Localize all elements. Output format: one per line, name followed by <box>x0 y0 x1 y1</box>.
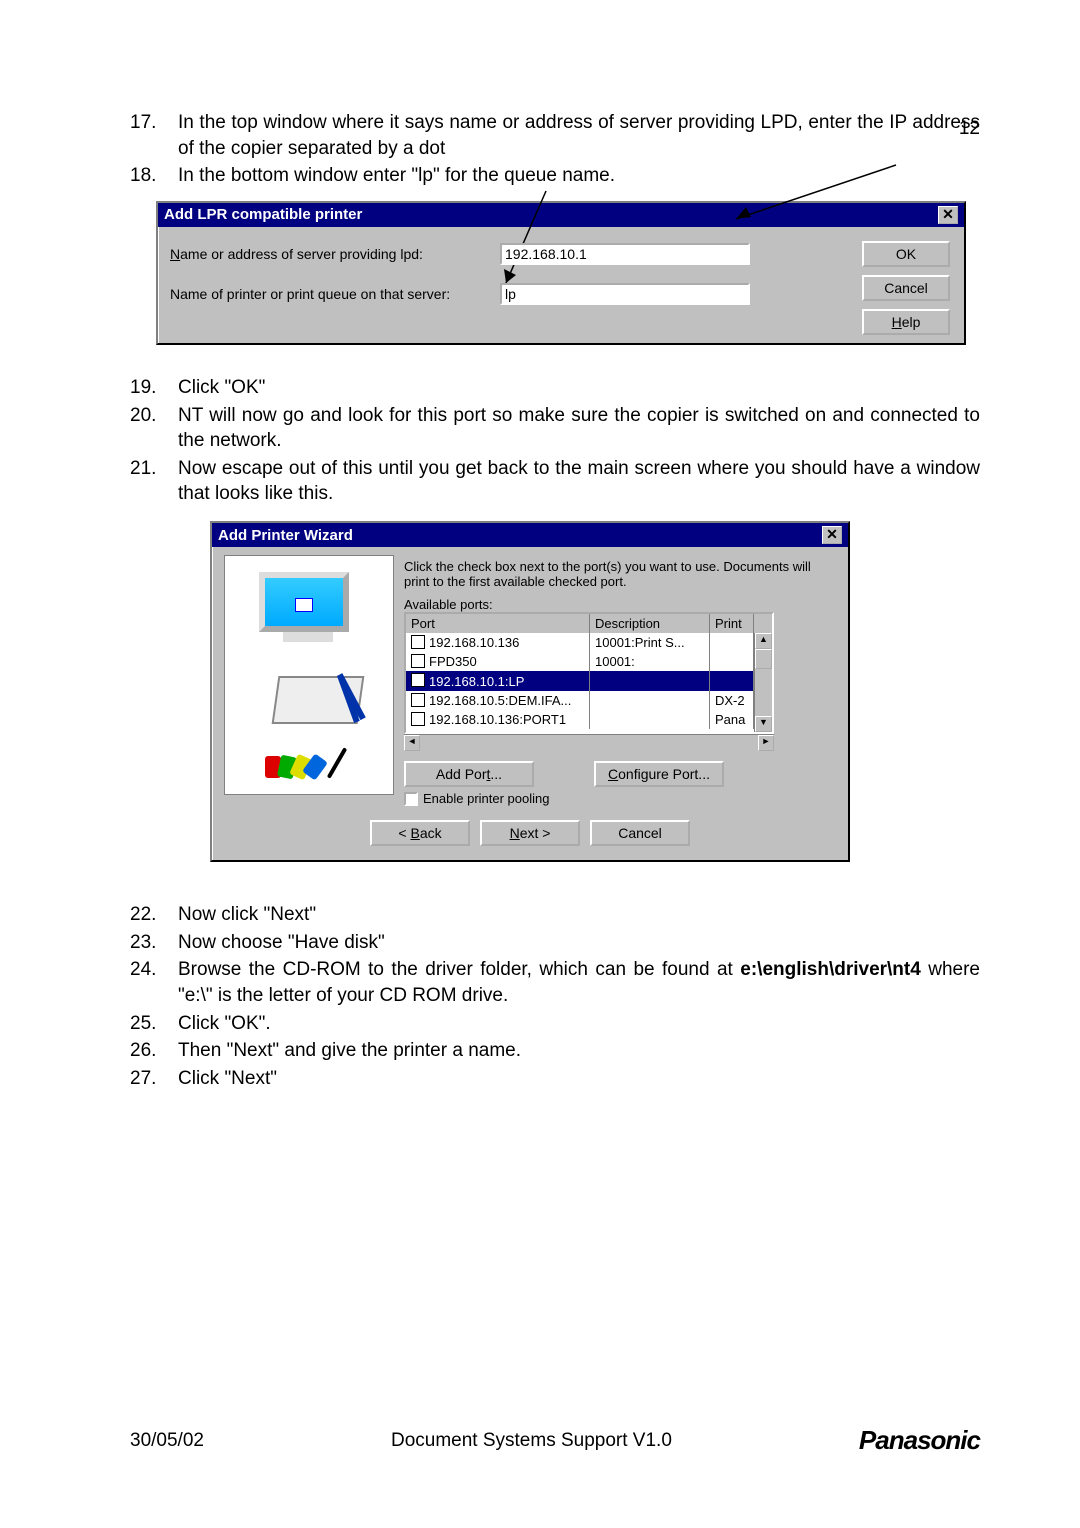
wizard-title: Add Printer Wizard <box>218 527 353 544</box>
step-text: Now escape out of this until you get bac… <box>178 456 980 507</box>
step-num: 27. <box>130 1066 178 1092</box>
step-text: Click "OK". <box>178 1011 980 1037</box>
port-checkbox[interactable] <box>411 635 425 649</box>
step-text: In the top window where it says name or … <box>178 110 980 161</box>
scroll-up-icon[interactable]: ▲ <box>755 633 772 649</box>
enable-pooling-checkbox[interactable]: Enable printer pooling <box>404 791 836 806</box>
port-checkbox[interactable] <box>411 712 425 726</box>
table-row[interactable]: 192.168.10.5:DEM.IFA...DX-2 <box>406 691 772 710</box>
available-ports-label: Available ports: <box>404 597 836 612</box>
table-row[interactable]: 192.168.10.13610001:Print S... <box>406 633 772 652</box>
col-description[interactable]: Description <box>590 614 710 633</box>
steps-c: 22.Now click "Next" 23.Now choose "Have … <box>130 902 980 1091</box>
col-printer[interactable]: Print <box>710 614 754 633</box>
configure-port-button[interactable]: Configure Port... <box>594 761 724 787</box>
step-text: Now click "Next" <box>178 902 980 928</box>
step-num: 21. <box>130 456 178 507</box>
close-icon[interactable]: ✕ <box>938 206 958 224</box>
step-text: Browse the CD-ROM to the driver folder, … <box>178 957 980 1008</box>
lpr-dialog-wrap: Add LPR compatible printer ✕ Name or add… <box>156 201 980 345</box>
step-text: In the bottom window enter "lp" for the … <box>178 163 980 189</box>
scroll-thumb[interactable] <box>755 649 772 669</box>
page-number: 12 <box>959 118 980 140</box>
next-button[interactable]: Next > <box>480 820 580 846</box>
table-row[interactable]: FPD35010001: <box>406 652 772 671</box>
lpr-dialog: Add LPR compatible printer ✕ Name or add… <box>156 201 966 345</box>
ok-button[interactable]: OK <box>862 241 950 267</box>
wizard-instructions: Click the check box next to the port(s) … <box>404 559 836 589</box>
ports-listbox[interactable]: Port Description Print 192.168.10.136100… <box>404 612 774 734</box>
wizard-image <box>224 555 394 795</box>
port-checkbox[interactable] <box>411 693 425 707</box>
steps-b: 19.Click "OK" 20.NT will now go and look… <box>130 375 980 507</box>
wizard-title-bar: Add Printer Wizard ✕ <box>212 523 848 547</box>
step-text: Click "Next" <box>178 1066 980 1092</box>
back-button[interactable]: < Back <box>370 820 470 846</box>
steps-a: 17.In the top window where it says name … <box>130 110 980 189</box>
ports-header: Port Description Print <box>406 614 772 633</box>
step-num: 19. <box>130 375 178 401</box>
step-num: 20. <box>130 403 178 454</box>
scroll-down-icon[interactable]: ▼ <box>755 716 772 732</box>
col-port[interactable]: Port <box>406 614 590 633</box>
cancel-button[interactable]: Cancel <box>862 275 950 301</box>
wizard-dialog: Add Printer Wizard ✕ Click the check box… <box>210 521 850 862</box>
step-num: 26. <box>130 1038 178 1064</box>
port-checkbox[interactable] <box>411 673 425 687</box>
step-text: Click "OK" <box>178 375 980 401</box>
cancel-button[interactable]: Cancel <box>590 820 690 846</box>
table-row[interactable]: 192.168.10.136:PORT1Pana <box>406 710 772 729</box>
horizontal-scrollbar[interactable]: ◄ ► <box>404 734 774 751</box>
step-text: Then "Next" and give the printer a name. <box>178 1038 980 1064</box>
server-address-input[interactable] <box>500 243 750 265</box>
footer-date: 30/05/02 <box>130 1430 204 1452</box>
queue-label: Name of printer or print queue on that s… <box>170 286 500 302</box>
close-icon[interactable]: ✕ <box>822 526 842 544</box>
step-num: 22. <box>130 902 178 928</box>
page-footer: 30/05/02 Document Systems Support V1.0 P… <box>130 1425 980 1456</box>
server-label: Name or address of server providing lpd: <box>170 246 500 262</box>
queue-name-input[interactable] <box>500 283 750 305</box>
step-num: 23. <box>130 930 178 956</box>
port-checkbox[interactable] <box>411 654 425 668</box>
table-row[interactable]: 192.168.10.1:LP <box>406 671 772 691</box>
help-button[interactable]: Help <box>862 309 950 335</box>
step-num: 18. <box>130 163 178 189</box>
step-num: 25. <box>130 1011 178 1037</box>
vertical-scrollbar[interactable]: ▲ ▼ <box>754 633 772 732</box>
footer-center: Document Systems Support V1.0 <box>391 1430 672 1452</box>
add-port-button[interactable]: Add Port... <box>404 761 534 787</box>
scroll-left-icon[interactable]: ◄ <box>404 735 420 751</box>
step-text: NT will now go and look for this port so… <box>178 403 980 454</box>
scroll-right-icon[interactable]: ► <box>758 735 774 751</box>
wizard-dialog-wrap: Add Printer Wizard ✕ Click the check box… <box>210 521 980 862</box>
step-num: 17. <box>130 110 178 161</box>
lpr-dialog-title-bar: Add LPR compatible printer ✕ <box>158 203 964 227</box>
lpr-dialog-title: Add LPR compatible printer <box>164 206 362 223</box>
step-num: 24. <box>130 957 178 1008</box>
step-text: Now choose "Have disk" <box>178 930 980 956</box>
brand-logo: Panasonic <box>859 1425 980 1456</box>
